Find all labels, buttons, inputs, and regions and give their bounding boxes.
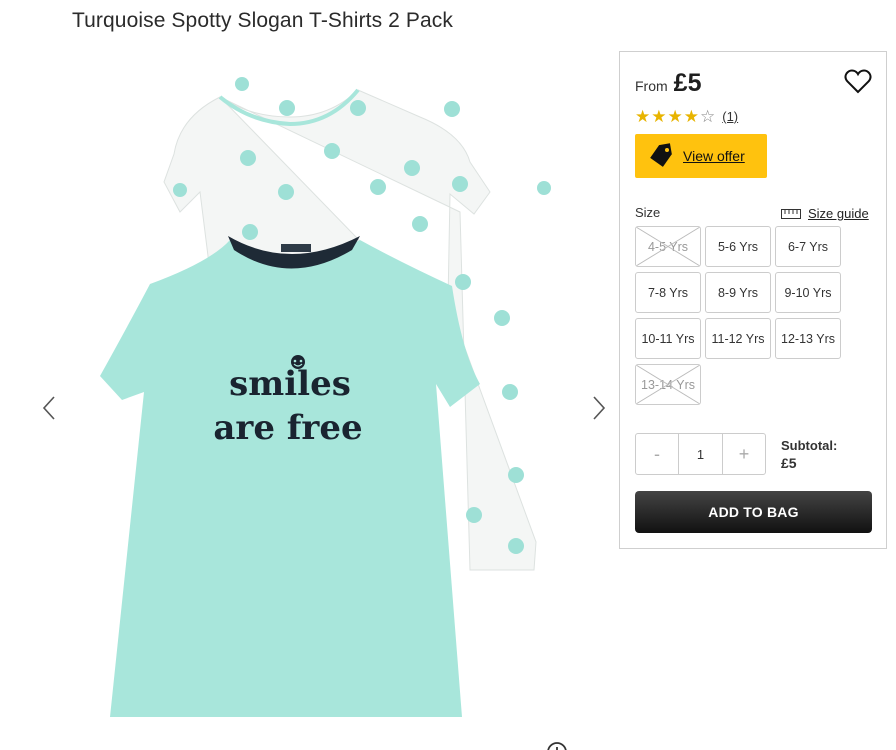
subtotal-label: Subtotal:: [781, 438, 838, 453]
buy-box: From £5 ★ ★ ★ ★ ☆ (1) View offer Size Si…: [619, 51, 887, 549]
size-option-unavailable[interactable]: 4-5 Yrs: [635, 226, 701, 267]
star-icon: ★: [667, 107, 683, 126]
price-from-label: From: [635, 78, 668, 94]
quantity-input[interactable]: [678, 434, 723, 474]
zoom-icon[interactable]: [545, 740, 569, 750]
size-option[interactable]: 5-6 Yrs: [705, 226, 771, 267]
size-option[interactable]: 7-8 Yrs: [635, 272, 701, 313]
gallery-next-button[interactable]: [584, 388, 614, 428]
subtotal-value: £5: [781, 455, 797, 471]
chevron-right-icon: [593, 396, 606, 420]
product-image[interactable]: smiles are free: [90, 62, 570, 750]
size-option-label: 12-13 Yrs: [781, 331, 835, 346]
heart-icon[interactable]: [844, 68, 872, 94]
mint-tshirt-image: smiles are free: [100, 236, 480, 717]
size-option-label: 11-12 Yrs: [711, 331, 765, 346]
size-option-label: 8-9 Yrs: [717, 285, 759, 300]
star-empty-icon: ☆: [700, 107, 716, 126]
size-option[interactable]: 9-10 Yrs: [775, 272, 841, 313]
size-option-label: 6-7 Yrs: [787, 239, 829, 254]
chevron-left-icon: [42, 396, 55, 420]
slogan-line-1: smiles: [229, 364, 351, 404]
size-option[interactable]: 6-7 Yrs: [775, 226, 841, 267]
size-option-label: 5-6 Yrs: [717, 239, 759, 254]
product-title: Turquoise Spotty Slogan T-Shirts 2 Pack: [72, 9, 453, 32]
size-option[interactable]: 10-11 Yrs: [635, 318, 701, 359]
size-guide-link[interactable]: Size guide: [781, 206, 869, 221]
price-value: £5: [673, 69, 702, 97]
review-count-link[interactable]: (1): [722, 109, 738, 124]
size-option-label: 10-11 Yrs: [641, 331, 695, 346]
price-row: From £5: [635, 69, 701, 98]
size-option[interactable]: 11-12 Yrs: [705, 318, 771, 359]
add-to-bag-button[interactable]: ADD TO BAG: [635, 491, 872, 533]
star-rating[interactable]: ★ ★ ★ ★ ☆ (1): [635, 108, 738, 125]
size-option[interactable]: 12-13 Yrs: [775, 318, 841, 359]
unavailable-cross-icon: [636, 227, 700, 266]
quantity-increase-button[interactable]: +: [723, 434, 765, 474]
tag-icon: [650, 143, 672, 167]
size-option-label: 7-8 Yrs: [647, 285, 689, 300]
subtotal: Subtotal: £5: [781, 438, 837, 471]
size-selector: 4-5 Yrs 5-6 Yrs 6-7 Yrs 7-8 Yrs 8-9 Yrs …: [635, 226, 845, 405]
size-label: Size: [635, 205, 661, 220]
quantity-stepper: - +: [635, 433, 766, 475]
gallery-prev-button[interactable]: [34, 388, 64, 428]
size-option-label: 9-10 Yrs: [784, 285, 832, 300]
size-guide-label: Size guide: [808, 206, 869, 221]
star-icon: ★: [651, 107, 667, 126]
view-offer-label: View offer: [683, 148, 745, 164]
quantity-decrease-button[interactable]: -: [636, 434, 678, 474]
slogan-line-2: are free: [213, 408, 362, 448]
star-icon: ★: [683, 107, 699, 126]
product-gallery: smiles are free: [0, 40, 620, 750]
view-offer-button[interactable]: View offer: [635, 134, 767, 178]
unavailable-cross-icon: [636, 365, 700, 404]
size-option[interactable]: 8-9 Yrs: [705, 272, 771, 313]
size-option-unavailable[interactable]: 13-14 Yrs: [635, 364, 701, 405]
ruler-icon: [781, 208, 801, 219]
star-icon: ★: [635, 107, 651, 126]
